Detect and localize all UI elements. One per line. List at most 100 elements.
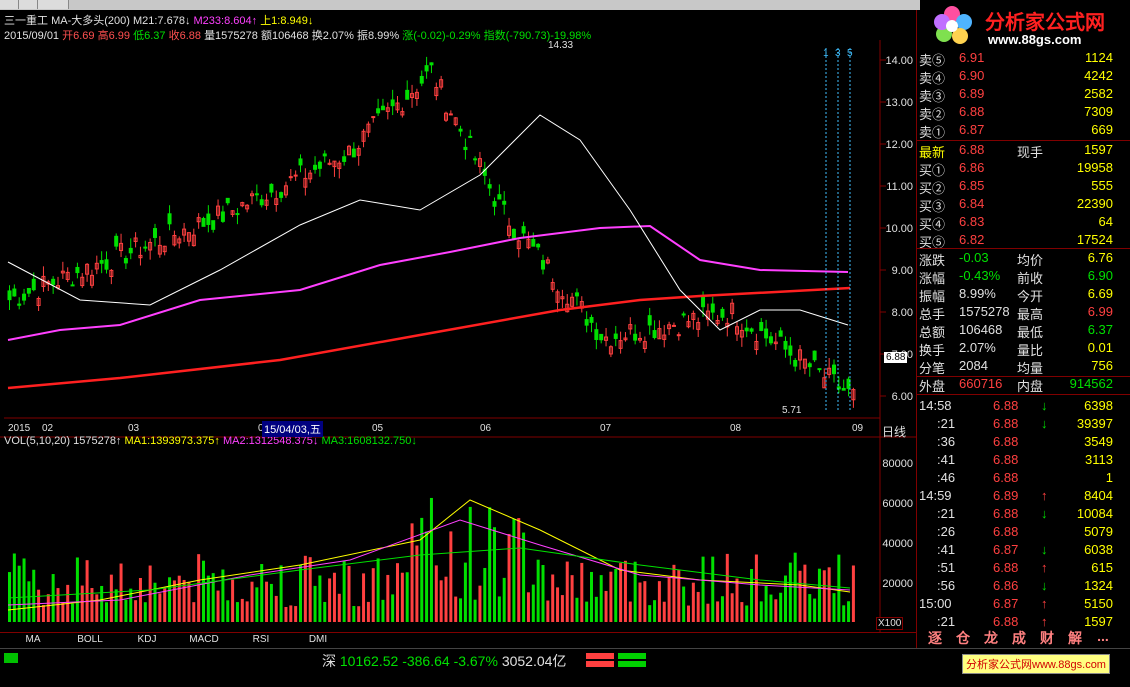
- candle-body: [429, 62, 434, 66]
- price-tick-label: 8.00: [892, 307, 913, 319]
- volume-bar: [105, 602, 108, 622]
- panel-tab[interactable]: 龙: [977, 628, 1005, 648]
- candle-body: [812, 350, 817, 361]
- panel-tab[interactable]: ...: [1089, 628, 1117, 644]
- toolbar-button[interactable]: [0, 0, 19, 9]
- trade-price: 6.88: [993, 506, 1019, 521]
- volume-bar: [817, 568, 821, 622]
- inner-label: 内盘: [1017, 379, 1044, 394]
- price-tick-label: 9.00: [892, 265, 913, 277]
- candle-body: [104, 259, 109, 270]
- stat-value: 6.99: [1087, 304, 1113, 319]
- candle-body: [574, 292, 579, 297]
- buy-label: 买①: [919, 163, 946, 178]
- ma233-value: M233:8.604↑: [193, 15, 258, 27]
- indicator-tab-ma[interactable]: MA: [8, 634, 58, 645]
- ohlc-index: 指数(-790.73)-19.98%: [483, 30, 592, 42]
- candle-body: [371, 116, 376, 119]
- volume-bar: [163, 587, 167, 622]
- flower-logo-icon: [934, 6, 972, 44]
- outer-inner: 外盘 660716 内盘 914562: [917, 376, 1130, 394]
- volume-bar: [463, 562, 467, 622]
- volume-bar: [473, 599, 477, 622]
- volume-bar: [439, 580, 443, 622]
- trade-time: :21: [937, 614, 956, 629]
- ohlc-change: 涨(-0.02)-0.29%: [402, 30, 481, 42]
- candle-body: [744, 327, 749, 332]
- volume-bar: [483, 567, 487, 622]
- price-tick-label: 11.00: [886, 181, 913, 193]
- volume-bar: [396, 563, 399, 622]
- trade-direction-icon: ↓: [1041, 416, 1048, 431]
- price-tick-label: 13.00: [885, 97, 913, 109]
- volume-bar: [27, 581, 31, 622]
- panel-tab[interactable]: 财: [1033, 628, 1061, 648]
- sell-volume: 2582: [1084, 86, 1113, 101]
- indicator-name: MA-大多头(200): [51, 15, 130, 27]
- trade-time: :21: [937, 416, 956, 431]
- site-logo: 分析家公式网 www.88gs.com: [930, 0, 1130, 54]
- time-tick-label: 08: [730, 423, 742, 434]
- candle-body: [652, 330, 657, 339]
- volume-bar: [687, 605, 690, 622]
- volume-bar: [711, 556, 715, 622]
- volume-bar: [570, 575, 574, 622]
- buy-volume: 19958: [1076, 160, 1113, 175]
- volume-bar: [400, 572, 404, 622]
- candle-body: [22, 293, 27, 301]
- indicator-tab-rsi[interactable]: RSI: [236, 634, 286, 645]
- sell-label: 卖④: [919, 71, 946, 86]
- volume-bar: [114, 589, 118, 622]
- volume-bar: [429, 497, 433, 622]
- indicator-tab-kdj[interactable]: KDJ: [122, 634, 172, 645]
- toolbar-button[interactable]: [38, 0, 69, 9]
- kline-chart[interactable]: 14.0013.0012.0011.0010.009.008.007.006.0…: [0, 10, 916, 632]
- sell-volume: 4242: [1084, 68, 1113, 83]
- volume-bar: [381, 599, 385, 622]
- volume-bar: [449, 531, 453, 622]
- indicator-tab-dmi[interactable]: DMI: [293, 634, 343, 645]
- volume-bar: [517, 518, 521, 622]
- indicator-tab-boll[interactable]: BOLL: [65, 634, 115, 645]
- candle-body: [51, 278, 56, 285]
- toolbar-button[interactable]: [19, 0, 38, 9]
- candle-body: [594, 329, 599, 340]
- candle-body: [701, 295, 706, 308]
- panel-tab[interactable]: 逐: [921, 628, 949, 648]
- trade-time: :21: [937, 506, 956, 521]
- sell-row: 卖④ 6.90 4242: [917, 68, 1130, 86]
- period-label[interactable]: 日线: [882, 423, 906, 440]
- stat-value: 6.37: [1087, 322, 1113, 337]
- panel-tab[interactable]: 解: [1061, 628, 1089, 648]
- volume-bar: [682, 586, 686, 622]
- volume-bar: [347, 565, 351, 622]
- trade-row: :21 6.88 ↓ 39397: [917, 416, 1130, 434]
- candle-body: [31, 278, 36, 291]
- stat-label: 分笔: [919, 361, 946, 376]
- stat-row: 涨跌 -0.03 均价 6.76: [917, 250, 1130, 268]
- stat-label: 今开: [1017, 289, 1044, 304]
- candle-body: [521, 226, 526, 234]
- candle-body: [502, 200, 507, 205]
- stock-name: 三一重工: [4, 15, 48, 27]
- panel-tab[interactable]: 仓: [949, 628, 977, 648]
- volume-bar: [245, 601, 249, 622]
- volume-bar: [75, 557, 79, 622]
- stat-value: 1575278: [959, 304, 1010, 319]
- volume-bar: [614, 568, 618, 622]
- stat-label: 涨幅: [919, 271, 946, 286]
- candle-body: [783, 340, 788, 350]
- volume-bar: [192, 602, 196, 622]
- volume-bar: [851, 565, 855, 622]
- volume-bar: [313, 585, 317, 622]
- ohlc-low: 低6.37: [133, 30, 166, 42]
- candle-body: [26, 287, 31, 294]
- panel-tab[interactable]: 成: [1005, 628, 1033, 648]
- stat-value: -0.03: [959, 250, 989, 265]
- candle-body: [342, 156, 347, 162]
- trade-row: 14:58 6.88 ↓ 6398: [917, 398, 1130, 416]
- candle-body: [235, 213, 240, 216]
- candle-body: [279, 192, 284, 198]
- trade-volume: 3549: [1084, 434, 1113, 449]
- indicator-tab-macd[interactable]: MACD: [179, 634, 229, 645]
